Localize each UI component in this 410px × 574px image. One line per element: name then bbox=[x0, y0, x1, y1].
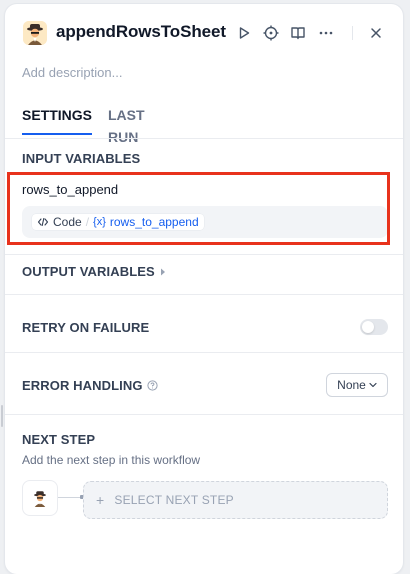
section-divider bbox=[5, 294, 403, 295]
tabs-divider bbox=[5, 138, 403, 139]
panel-header: appendRowsToSheet bbox=[5, 4, 403, 64]
error-handling-select[interactable]: None bbox=[326, 373, 388, 397]
input-variables-title: INPUT VARIABLES bbox=[22, 151, 141, 166]
description-input[interactable]: Add description... bbox=[22, 65, 122, 80]
target-icon[interactable] bbox=[260, 22, 282, 44]
close-icon[interactable] bbox=[365, 22, 387, 44]
highlight-box bbox=[7, 172, 390, 245]
next-step-title: NEXT STEP bbox=[22, 432, 96, 447]
agent-detective-icon bbox=[23, 21, 47, 45]
node-settings-panel: appendRowsToSheet Add description... SET… bbox=[5, 4, 403, 574]
select-next-step-button[interactable]: + SELECT NEXT STEP bbox=[83, 481, 388, 519]
section-divider bbox=[5, 254, 403, 255]
more-icon[interactable] bbox=[315, 22, 337, 44]
section-divider bbox=[5, 414, 403, 415]
book-open-icon[interactable] bbox=[287, 22, 309, 44]
next-step-description: Add the next step in this workflow bbox=[22, 453, 201, 467]
retry-title: RETRY ON FAILURE bbox=[22, 320, 150, 335]
error-handling-title: ERROR HANDLING bbox=[22, 378, 143, 393]
retry-toggle[interactable] bbox=[360, 319, 388, 335]
toggle-knob bbox=[362, 321, 374, 333]
node-title[interactable]: appendRowsToSheet bbox=[56, 22, 226, 42]
plus-icon: + bbox=[96, 492, 105, 508]
header-divider bbox=[352, 26, 353, 40]
error-handling-value: None bbox=[337, 378, 366, 392]
caret-right-icon bbox=[160, 268, 166, 276]
panel-resize-handle[interactable] bbox=[1, 405, 3, 427]
node-connector bbox=[58, 497, 82, 498]
current-node-icon bbox=[22, 480, 58, 516]
output-variables-toggle[interactable]: OUTPUT VARIABLES bbox=[22, 264, 166, 279]
select-next-step-label: SELECT NEXT STEP bbox=[114, 493, 234, 507]
output-variables-title: OUTPUT VARIABLES bbox=[22, 264, 155, 279]
help-icon[interactable] bbox=[146, 380, 158, 391]
run-icon[interactable] bbox=[233, 22, 255, 44]
chevron-down-icon bbox=[369, 382, 377, 388]
section-divider bbox=[5, 352, 403, 353]
error-handling-header: ERROR HANDLING bbox=[22, 378, 158, 393]
tab-settings[interactable]: SETTINGS bbox=[22, 104, 93, 136]
tab-last-run[interactable]: LAST RUN bbox=[108, 104, 145, 145]
